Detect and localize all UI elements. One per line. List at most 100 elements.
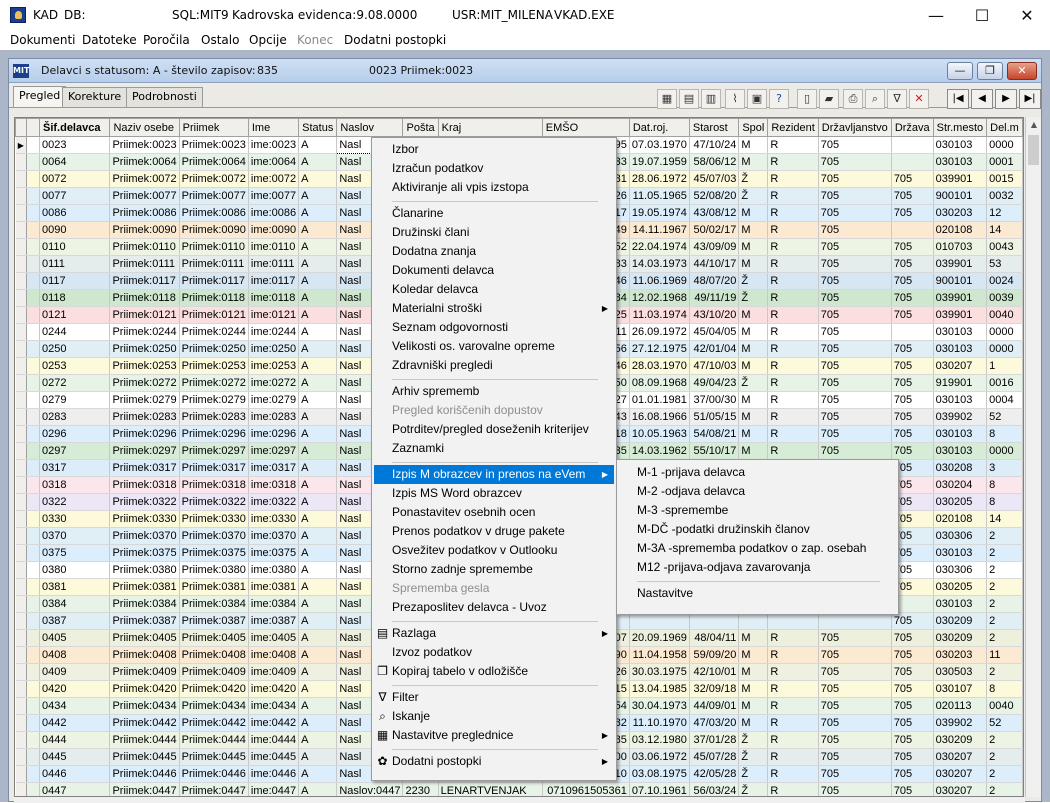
table-cell[interactable]: M <box>738 680 769 698</box>
table-cell[interactable]: Priimek:0023 <box>109 136 180 154</box>
table-cell[interactable]: Priimek:0370 <box>109 527 180 545</box>
table-cell[interactable]: Priimek:0442 <box>179 714 249 732</box>
table-cell[interactable]: Priimek:0272 <box>109 374 180 392</box>
table-cell[interactable]: Priimek:0380 <box>109 561 180 579</box>
table-cell[interactable]: Priimek:0250 <box>179 340 249 358</box>
table-cell[interactable]: 705 <box>891 731 934 749</box>
menu-item[interactable]: Potrditev/pregled doseženih kriterijev <box>374 420 614 439</box>
table-cell[interactable]: ime:0077 <box>248 187 300 205</box>
table-cell[interactable]: 53 <box>986 255 1023 273</box>
table-cell[interactable]: A <box>298 714 338 732</box>
table-cell[interactable]: 705 <box>891 238 934 256</box>
column-header[interactable]: Dat.roj. <box>628 118 690 137</box>
table-cell[interactable]: Priimek:0446 <box>109 765 180 783</box>
calculator-icon[interactable]: ▦ <box>657 89 677 109</box>
table-cell[interactable]: Priimek:0072 <box>179 170 249 188</box>
table-cell[interactable]: 2 <box>986 629 1023 647</box>
menu-item[interactable]: Razlaga ▤ ▶ <box>374 624 614 643</box>
find-icon[interactable]: ⌕ <box>865 89 885 109</box>
table-cell[interactable]: 49/11/19 <box>689 289 740 307</box>
table-cell[interactable]: Priimek:0279 <box>179 391 249 409</box>
row-indicator[interactable] <box>15 272 28 290</box>
table-cell[interactable]: Priimek:0253 <box>109 357 180 375</box>
table-cell[interactable]: 705 <box>818 170 892 188</box>
menu-porocila[interactable]: Poročila <box>143 33 190 47</box>
table-cell[interactable]: 45/07/03 <box>689 170 740 188</box>
table-cell[interactable]: A <box>298 425 338 443</box>
table-cell[interactable]: A <box>298 663 338 681</box>
table-cell[interactable]: 705 <box>891 748 934 766</box>
table-cell[interactable]: 11 <box>986 646 1023 664</box>
table-cell[interactable]: R <box>767 697 819 715</box>
table-cell[interactable]: A <box>298 646 338 664</box>
row-indicator[interactable] <box>15 612 28 630</box>
table-cell[interactable]: 56/03/24 <box>689 782 740 796</box>
table-cell[interactable]: M <box>738 204 769 222</box>
table-cell[interactable]: Priimek:0409 <box>179 663 249 681</box>
row-indicator[interactable] <box>15 425 28 443</box>
table-cell[interactable]: A <box>298 272 338 290</box>
table-cell[interactable]: M <box>738 238 769 256</box>
table-cell[interactable]: 0043 <box>986 238 1023 256</box>
menu-item[interactable]: Storno zadnje spremembe <box>374 560 614 579</box>
row-indicator[interactable] <box>15 187 28 205</box>
column-header[interactable]: Ime <box>247 118 300 137</box>
table-cell[interactable]: 2 <box>986 663 1023 681</box>
table-cell[interactable] <box>767 612 819 630</box>
column-header[interactable]: Država <box>890 118 934 137</box>
table-cell[interactable] <box>891 153 934 171</box>
table-cell[interactable]: 11.10.1970 <box>629 714 690 732</box>
menu-item[interactable]: M-3 -spremembe <box>619 501 896 520</box>
table-cell[interactable]: R <box>767 357 819 375</box>
row-indicator[interactable] <box>15 527 28 545</box>
table-cell[interactable]: R <box>767 731 819 749</box>
table-cell[interactable]: 0420 <box>39 680 111 698</box>
table-cell[interactable]: Priimek:0272 <box>179 374 249 392</box>
table-cell[interactable]: 705 <box>818 323 892 341</box>
new-icon[interactable]: ▯ <box>797 89 817 109</box>
table-cell[interactable]: 0444 <box>39 731 111 749</box>
table-cell[interactable]: 0077 <box>39 187 111 205</box>
table-cell[interactable]: Priimek:0072 <box>109 170 180 188</box>
table-cell[interactable]: 30.04.1973 <box>629 697 690 715</box>
table-cell[interactable]: R <box>767 238 819 256</box>
table-cell[interactable]: 705 <box>818 238 892 256</box>
table-cell[interactable]: Priimek:0409 <box>109 663 180 681</box>
table-cell[interactable]: 030103 <box>933 153 988 171</box>
table-cell[interactable]: Priimek:0111 <box>109 255 180 273</box>
row-indicator[interactable] <box>15 408 28 426</box>
table-cell[interactable]: Priimek:0086 <box>109 204 180 222</box>
table-cell[interactable]: 48/07/20 <box>689 272 740 290</box>
table-cell[interactable]: A <box>298 391 338 409</box>
table-cell[interactable]: A <box>298 612 338 630</box>
table-cell[interactable]: 705 <box>818 391 892 409</box>
table-cell[interactable]: 47/10/03 <box>689 357 740 375</box>
table-cell[interactable]: 705 <box>891 391 934 409</box>
table-cell[interactable]: 0032 <box>986 187 1023 205</box>
table-cell[interactable]: ime:0444 <box>248 731 300 749</box>
table-cell[interactable]: 030306 <box>933 527 988 545</box>
table-cell[interactable]: Ž <box>738 374 769 392</box>
table-cell[interactable]: 0442 <box>39 714 111 732</box>
table-cell[interactable]: A <box>298 680 338 698</box>
table-cell[interactable]: R <box>767 255 819 273</box>
table-cell[interactable]: ime:0330 <box>248 510 300 528</box>
row-indicator[interactable] <box>15 255 28 273</box>
table-cell[interactable]: 705 <box>818 782 892 796</box>
table-cell[interactable]: 705 <box>818 408 892 426</box>
table-cell[interactable]: R <box>767 323 819 341</box>
table-cell[interactable]: M <box>738 714 769 732</box>
table-cell[interactable]: 705 <box>818 187 892 205</box>
table-cell[interactable]: ime:0118 <box>248 289 300 307</box>
table-cell[interactable]: A <box>298 544 338 562</box>
table-cell[interactable]: M <box>738 136 769 154</box>
menu-item[interactable]: Velikosti os. varovalne opreme <box>374 337 614 356</box>
row-indicator[interactable] <box>15 306 28 324</box>
table-cell[interactable]: 0253 <box>39 357 111 375</box>
row-indicator[interactable] <box>15 153 28 171</box>
table-cell[interactable]: M <box>738 442 769 460</box>
menu-item[interactable]: Kopiraj tabelo v odložišče ❐ <box>374 662 614 681</box>
table-cell[interactable]: A <box>298 629 338 647</box>
table-cell[interactable]: 705 <box>891 697 934 715</box>
table-cell[interactable]: ime:0090 <box>248 221 300 239</box>
